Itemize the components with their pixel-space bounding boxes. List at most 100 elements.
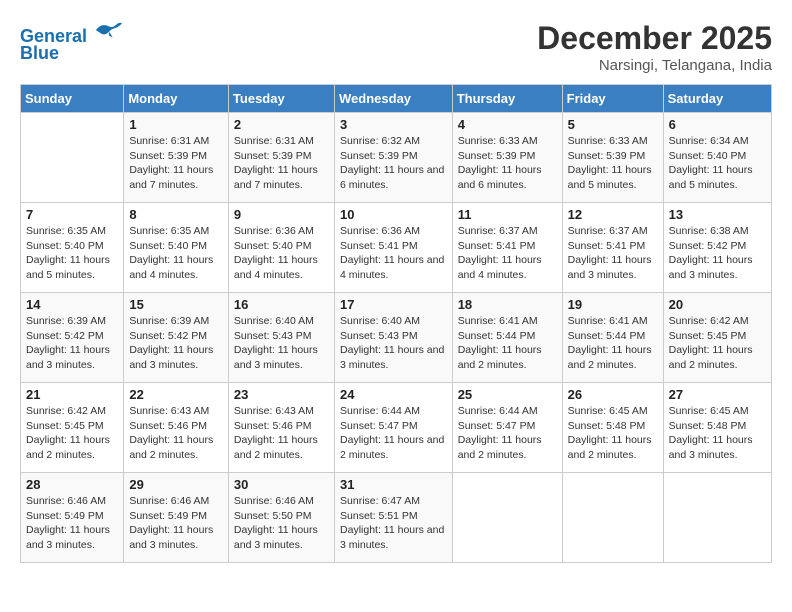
day-number: 27	[669, 387, 766, 402]
day-info: Sunrise: 6:38 AMSunset: 5:42 PMDaylight:…	[669, 224, 766, 283]
day-number: 15	[129, 297, 223, 312]
calendar-cell: 6 Sunrise: 6:34 AMSunset: 5:40 PMDaylight…	[663, 113, 771, 203]
calendar-cell: 7 Sunrise: 6:35 AMSunset: 5:40 PMDaylight…	[21, 203, 124, 293]
page-header: General Blue December 2025 Narsingi, Tel…	[20, 20, 772, 74]
day-number: 9	[234, 207, 329, 222]
col-header-monday: Monday	[124, 85, 229, 113]
calendar-cell: 29Sunrise: 6:46 AMSunset: 5:49 PMDayligh…	[124, 473, 229, 563]
day-number: 7	[26, 207, 118, 222]
day-info: Sunrise: 6:46 AMSunset: 5:49 PMDaylight:…	[26, 494, 118, 553]
calendar-cell: 4 Sunrise: 6:33 AMSunset: 5:39 PMDaylight…	[452, 113, 562, 203]
day-info: Sunrise: 6:35 AMSunset: 5:40 PMDaylight:…	[129, 224, 223, 283]
day-info: Sunrise: 6:37 AMSunset: 5:41 PMDaylight:…	[568, 224, 658, 283]
day-number: 22	[129, 387, 223, 402]
day-number: 5	[568, 117, 658, 132]
day-number: 17	[340, 297, 447, 312]
day-info: Sunrise: 6:33 AMSunset: 5:39 PMDaylight:…	[458, 134, 557, 193]
calendar-table: SundayMondayTuesdayWednesdayThursdayFrid…	[20, 84, 772, 563]
calendar-cell: 17Sunrise: 6:40 AMSunset: 5:43 PMDayligh…	[335, 293, 453, 383]
day-number: 21	[26, 387, 118, 402]
day-info: Sunrise: 6:31 AMSunset: 5:39 PMDaylight:…	[234, 134, 329, 193]
day-info: Sunrise: 6:31 AMSunset: 5:39 PMDaylight:…	[129, 134, 223, 193]
day-number: 20	[669, 297, 766, 312]
day-info: Sunrise: 6:35 AMSunset: 5:40 PMDaylight:…	[26, 224, 118, 283]
day-info: Sunrise: 6:43 AMSunset: 5:46 PMDaylight:…	[234, 404, 329, 463]
calendar-week-row: 7 Sunrise: 6:35 AMSunset: 5:40 PMDaylight…	[21, 203, 772, 293]
day-info: Sunrise: 6:45 AMSunset: 5:48 PMDaylight:…	[669, 404, 766, 463]
calendar-cell	[21, 113, 124, 203]
day-number: 25	[458, 387, 557, 402]
day-info: Sunrise: 6:32 AMSunset: 5:39 PMDaylight:…	[340, 134, 447, 193]
calendar-cell: 1 Sunrise: 6:31 AMSunset: 5:39 PMDaylight…	[124, 113, 229, 203]
calendar-cell: 19 Sunrise: 6:41 AMSunset: 5:44 PMDayligh…	[562, 293, 663, 383]
day-info: Sunrise: 6:45 AMSunset: 5:48 PMDaylight:…	[568, 404, 658, 463]
day-number: 11	[458, 207, 557, 222]
calendar-week-row: 28 Sunrise: 6:46 AMSunset: 5:49 PMDayligh…	[21, 473, 772, 563]
calendar-cell: 24 Sunrise: 6:44 AMSunset: 5:47 PMDayligh…	[335, 383, 453, 473]
calendar-cell: 10Sunrise: 6:36 AMSunset: 5:41 PMDayligh…	[335, 203, 453, 293]
day-info: Sunrise: 6:42 AMSunset: 5:45 PMDaylight:…	[669, 314, 766, 373]
day-number: 29	[129, 477, 223, 492]
day-number: 4	[458, 117, 557, 132]
calendar-cell: 12 Sunrise: 6:37 AMSunset: 5:41 PMDayligh…	[562, 203, 663, 293]
day-number: 14	[26, 297, 118, 312]
day-number: 8	[129, 207, 223, 222]
calendar-cell: 22 Sunrise: 6:43 AMSunset: 5:46 PMDayligh…	[124, 383, 229, 473]
day-info: Sunrise: 6:46 AMSunset: 5:50 PMDaylight:…	[234, 494, 329, 553]
day-info: Sunrise: 6:39 AMSunset: 5:42 PMDaylight:…	[129, 314, 223, 373]
col-header-tuesday: Tuesday	[228, 85, 334, 113]
day-info: Sunrise: 6:44 AMSunset: 5:47 PMDaylight:…	[340, 404, 447, 463]
day-number: 6	[669, 117, 766, 132]
day-number: 16	[234, 297, 329, 312]
calendar-header-row: SundayMondayTuesdayWednesdayThursdayFrid…	[21, 85, 772, 113]
day-number: 2	[234, 117, 329, 132]
calendar-cell: 15 Sunrise: 6:39 AMSunset: 5:42 PMDayligh…	[124, 293, 229, 383]
day-number: 1	[129, 117, 223, 132]
calendar-cell: 31 Sunrise: 6:47 AMSunset: 5:51 PMDayligh…	[335, 473, 453, 563]
day-info: Sunrise: 6:47 AMSunset: 5:51 PMDaylight:…	[340, 494, 447, 553]
calendar-cell: 28 Sunrise: 6:46 AMSunset: 5:49 PMDayligh…	[21, 473, 124, 563]
calendar-cell: 5Sunrise: 6:33 AMSunset: 5:39 PMDaylight…	[562, 113, 663, 203]
calendar-cell: 2 Sunrise: 6:31 AMSunset: 5:39 PMDaylight…	[228, 113, 334, 203]
day-info: Sunrise: 6:36 AMSunset: 5:41 PMDaylight:…	[340, 224, 447, 283]
day-info: Sunrise: 6:34 AMSunset: 5:40 PMDaylight:…	[669, 134, 766, 193]
day-info: Sunrise: 6:39 AMSunset: 5:42 PMDaylight:…	[26, 314, 118, 373]
day-number: 19	[568, 297, 658, 312]
day-info: Sunrise: 6:44 AMSunset: 5:47 PMDaylight:…	[458, 404, 557, 463]
day-info: Sunrise: 6:43 AMSunset: 5:46 PMDaylight:…	[129, 404, 223, 463]
calendar-cell: 27 Sunrise: 6:45 AMSunset: 5:48 PMDayligh…	[663, 383, 771, 473]
calendar-week-row: 21 Sunrise: 6:42 AMSunset: 5:45 PMDayligh…	[21, 383, 772, 473]
calendar-cell: 18Sunrise: 6:41 AMSunset: 5:44 PMDayligh…	[452, 293, 562, 383]
calendar-cell: 3 Sunrise: 6:32 AMSunset: 5:39 PMDaylight…	[335, 113, 453, 203]
col-header-saturday: Saturday	[663, 85, 771, 113]
day-info: Sunrise: 6:40 AMSunset: 5:43 PMDaylight:…	[234, 314, 329, 373]
col-header-sunday: Sunday	[21, 85, 124, 113]
calendar-cell: 25 Sunrise: 6:44 AMSunset: 5:47 PMDayligh…	[452, 383, 562, 473]
day-number: 30	[234, 477, 329, 492]
day-number: 26	[568, 387, 658, 402]
day-number: 28	[26, 477, 118, 492]
day-info: Sunrise: 6:41 AMSunset: 5:44 PMDaylight:…	[568, 314, 658, 373]
day-info: Sunrise: 6:36 AMSunset: 5:40 PMDaylight:…	[234, 224, 329, 283]
month-title: December 2025	[537, 20, 772, 57]
day-number: 3	[340, 117, 447, 132]
day-info: Sunrise: 6:42 AMSunset: 5:45 PMDaylight:…	[26, 404, 118, 463]
col-header-thursday: Thursday	[452, 85, 562, 113]
calendar-cell: 21 Sunrise: 6:42 AMSunset: 5:45 PMDayligh…	[21, 383, 124, 473]
col-header-wednesday: Wednesday	[335, 85, 453, 113]
day-info: Sunrise: 6:37 AMSunset: 5:41 PMDaylight:…	[458, 224, 557, 283]
day-number: 24	[340, 387, 447, 402]
location-subtitle: Narsingi, Telangana, India	[537, 57, 772, 74]
calendar-cell: 16 Sunrise: 6:40 AMSunset: 5:43 PMDayligh…	[228, 293, 334, 383]
calendar-cell: 11 Sunrise: 6:37 AMSunset: 5:41 PMDayligh…	[452, 203, 562, 293]
day-number: 12	[568, 207, 658, 222]
day-number: 23	[234, 387, 329, 402]
title-block: December 2025 Narsingi, Telangana, India	[537, 20, 772, 74]
calendar-cell: 8 Sunrise: 6:35 AMSunset: 5:40 PMDaylight…	[124, 203, 229, 293]
calendar-cell: 20 Sunrise: 6:42 AMSunset: 5:45 PMDayligh…	[663, 293, 771, 383]
calendar-cell: 13Sunrise: 6:38 AMSunset: 5:42 PMDayligh…	[663, 203, 771, 293]
calendar-cell	[562, 473, 663, 563]
day-number: 31	[340, 477, 447, 492]
day-info: Sunrise: 6:41 AMSunset: 5:44 PMDaylight:…	[458, 314, 557, 373]
calendar-week-row: 1 Sunrise: 6:31 AMSunset: 5:39 PMDaylight…	[21, 113, 772, 203]
